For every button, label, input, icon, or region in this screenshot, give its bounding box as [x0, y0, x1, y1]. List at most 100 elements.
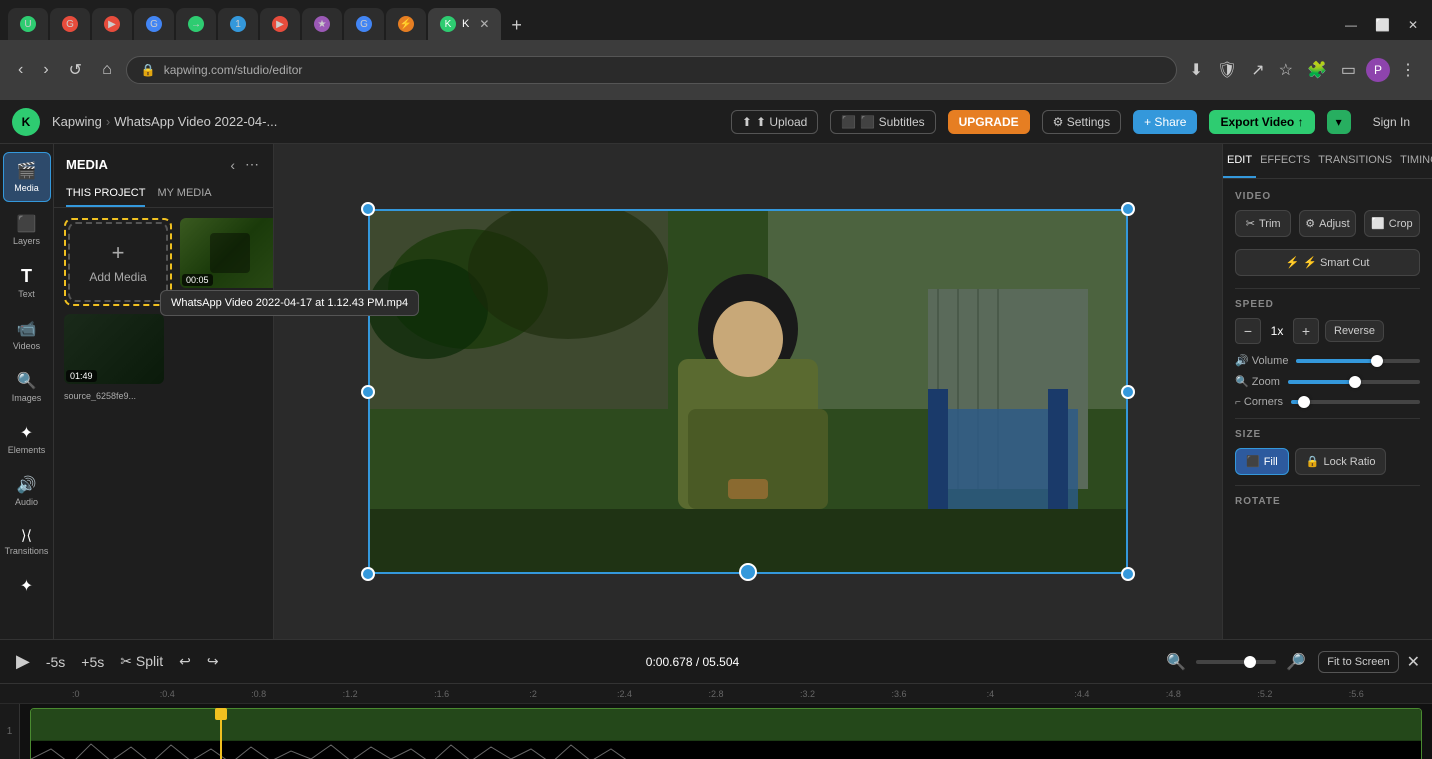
track-clip-1[interactable] — [30, 708, 1422, 759]
video-placeholder — [368, 209, 1128, 574]
sign-in-button[interactable]: Sign In — [1363, 111, 1420, 133]
share-button[interactable]: ↗ — [1247, 56, 1268, 84]
left-sidebar: 🎬 Media ⬛ Layers T Text 📹 Videos 🔍 Image… — [0, 144, 54, 639]
export-video-button[interactable]: Export Video ↑ — [1209, 110, 1314, 134]
volume-slider-track[interactable] — [1296, 359, 1420, 363]
tab-effects[interactable]: EFFECTS — [1256, 144, 1314, 178]
crop-button[interactable]: ⬜ Crop — [1364, 210, 1420, 237]
undo-button[interactable]: ↩ — [175, 649, 195, 674]
resize-handle-tl[interactable] — [361, 202, 375, 216]
fill-button[interactable]: ⬛ Fill — [1235, 448, 1289, 475]
export-dropdown-button[interactable]: ▾ — [1327, 110, 1351, 134]
zoom-slider-track[interactable] — [1288, 380, 1420, 384]
skip-forward-button[interactable]: +5s — [77, 650, 108, 674]
thumb-duration-2: 01:49 — [66, 370, 97, 382]
zoom-out-button[interactable]: 🔍 — [1162, 648, 1190, 676]
play-button[interactable]: ▶ — [12, 647, 34, 676]
sidebar-item-elements[interactable]: ✦ Elements — [3, 415, 51, 463]
home-button[interactable]: ⌂ — [96, 57, 118, 83]
tab-close-btn[interactable]: ✕ — [479, 17, 489, 31]
download-button[interactable]: ⬇ — [1185, 56, 1206, 84]
browser-tab-active[interactable]: K K ✕ — [428, 8, 501, 40]
resize-handle-ml[interactable] — [361, 385, 375, 399]
browser-tab-2[interactable]: G — [50, 8, 90, 40]
settings-button[interactable]: ⚙ Settings — [1042, 110, 1121, 134]
resize-handle-br[interactable] — [1121, 567, 1135, 581]
share-button[interactable]: + Share — [1133, 110, 1197, 134]
trim-button[interactable]: ✂ Trim — [1235, 210, 1291, 237]
tab-minimize-icon[interactable]: — — [1339, 14, 1363, 36]
sidebar-item-audio[interactable]: 🔊 Audio — [3, 467, 51, 515]
timeline-playhead[interactable] — [220, 708, 222, 759]
new-tab-button[interactable]: + — [503, 15, 530, 36]
more-options-button[interactable]: ⋮ — [1396, 56, 1420, 84]
skip-back-button[interactable]: -5s — [42, 650, 69, 674]
tab-favicon-4: G — [146, 16, 162, 32]
forward-button[interactable]: › — [37, 57, 54, 83]
tab-close-icon[interactable]: ✕ — [1402, 14, 1424, 36]
reload-button[interactable]: ↺ — [63, 56, 88, 84]
zoom-slider[interactable] — [1196, 660, 1276, 664]
timeline-area: ▶ -5s +5s ✂ Split ↩ ↪ 0:00.678 / 05.504 … — [0, 639, 1432, 759]
corners-slider-thumb[interactable] — [1298, 396, 1310, 408]
address-bar[interactable]: 🔒 kapwing.com/studio/editor — [126, 56, 1178, 84]
speed-decrease-button[interactable]: − — [1235, 318, 1261, 344]
resize-handle-bl[interactable] — [361, 567, 375, 581]
sidebar-item-transitions[interactable]: ⟩⟨ Transitions — [3, 519, 51, 564]
upload-button[interactable]: ⬆ ⬆ Upload — [731, 110, 818, 134]
resize-handle-tr[interactable] — [1121, 202, 1135, 216]
media-panel-collapse-btn[interactable]: ‹ — [228, 154, 237, 175]
media-thumbnail-2[interactable]: 01:49 — [64, 314, 164, 384]
zoom-in-button[interactable]: 🔎 — [1282, 648, 1310, 676]
browser-tab-6[interactable]: 1 — [218, 8, 258, 40]
ruler-mark-0: :0 — [30, 689, 121, 699]
tab-my-media[interactable]: MY MEDIA — [157, 181, 211, 207]
rotate-handle-bottom[interactable] — [739, 563, 757, 581]
bookmark-button[interactable]: ☆ — [1275, 56, 1297, 84]
browser-tab-4[interactable]: G — [134, 8, 174, 40]
sidebar-item-images[interactable]: 🔍 Images — [3, 363, 51, 411]
browser-tab-8[interactable]: ★ — [302, 8, 342, 40]
fit-to-screen-button[interactable]: Fit to Screen — [1318, 651, 1398, 673]
media-thumbnail-1[interactable]: 00:05 — [180, 218, 273, 288]
add-media-button[interactable]: + Add Media — [68, 222, 168, 302]
reverse-button[interactable]: Reverse — [1325, 320, 1384, 342]
lock-ratio-button[interactable]: 🔒 Lock Ratio — [1295, 448, 1387, 475]
adjust-button[interactable]: ⚙ Adjust — [1299, 210, 1355, 237]
browser-tab-3[interactable]: ▶ — [92, 8, 132, 40]
media-panel-more-btn[interactable]: ⋯ — [243, 154, 261, 175]
speed-increase-button[interactable]: + — [1293, 318, 1319, 344]
sidebar-item-effects[interactable]: ✦ — [3, 568, 51, 604]
volume-slider-thumb[interactable] — [1371, 355, 1383, 367]
split-button[interactable]: ✂ Split — [116, 649, 167, 674]
tab-maximize-icon[interactable]: ⬜ — [1369, 14, 1396, 36]
sidebar-item-videos[interactable]: 📹 Videos — [3, 311, 51, 359]
zoom-slider-thumb[interactable] — [1349, 376, 1361, 388]
redo-button[interactable]: ↪ — [203, 649, 223, 674]
resize-handle-mr[interactable] — [1121, 385, 1135, 399]
subtitles-button[interactable]: ⬛ ⬛ Subtitles — [830, 110, 935, 134]
browser-tab-7[interactable]: ▶ — [260, 8, 300, 40]
tab-this-project[interactable]: THIS PROJECT — [66, 181, 145, 207]
shield-button[interactable]: 🛡 — [1213, 56, 1241, 84]
media-panel-content: + Add Media 00:05 — [54, 208, 273, 639]
browser-tab-5[interactable]: → — [176, 8, 216, 40]
browser-tab-1[interactable]: U — [8, 8, 48, 40]
tab-timing[interactable]: TIMING — [1396, 144, 1432, 178]
tab-edit[interactable]: EDIT — [1223, 144, 1256, 178]
corners-slider-track[interactable] — [1291, 400, 1420, 404]
profile-avatar[interactable]: P — [1366, 58, 1390, 82]
sidebar-item-media[interactable]: 🎬 Media — [3, 152, 51, 202]
tab-transitions[interactable]: TRANSITIONS — [1314, 144, 1396, 178]
extensions-button[interactable]: 🧩 — [1303, 56, 1331, 84]
smart-cut-button[interactable]: ⚡ ⚡ Smart Cut — [1235, 249, 1420, 276]
back-button[interactable]: ‹ — [12, 57, 29, 83]
sidebar-toggle[interactable]: ▭ — [1337, 56, 1360, 84]
browser-tab-9[interactable]: G — [344, 8, 384, 40]
browser-tab-10[interactable]: ⚡ — [386, 8, 426, 40]
sidebar-item-text[interactable]: T Text — [3, 258, 51, 307]
upgrade-button[interactable]: UPGRADE — [948, 110, 1030, 134]
sidebar-item-layers[interactable]: ⬛ Layers — [3, 206, 51, 254]
timeline-close-button[interactable]: ✕ — [1407, 652, 1420, 672]
zoom-slider-thumb[interactable] — [1244, 656, 1256, 668]
